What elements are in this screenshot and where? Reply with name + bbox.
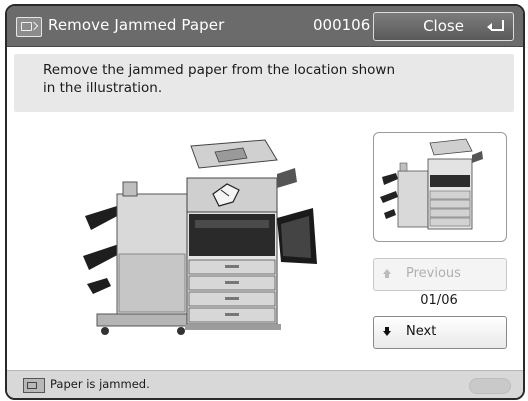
instruction-panel: Remove the jammed paper from the locatio… [14,54,514,112]
previous-button[interactable]: Previous [373,258,507,291]
enter-return-icon [487,20,504,31]
error-code: 000106 [313,16,371,34]
status-text: Paper is jammed. [50,377,150,391]
jam-dialog: Remove Jammed Paper 000106 Close Remove … [5,4,525,400]
arrow-up-icon [383,269,391,278]
dialog-title: Remove Jammed Paper [48,16,225,34]
thumbnail-printer-image [380,138,483,230]
status-monitor-button[interactable] [469,378,511,394]
status-bar: Paper is jammed. [7,370,523,398]
title-bar: Remove Jammed Paper 000106 Close [7,6,523,47]
printer-jam-icon [23,378,45,393]
previous-button-label: Previous [406,266,461,281]
next-button[interactable]: Next [373,316,507,349]
close-button[interactable]: Close [373,12,514,41]
printer-illustration [83,139,317,335]
arrow-down-icon [383,327,391,336]
location-thumbnail [373,132,507,242]
jam-screen-icon [16,17,42,37]
next-button-label: Next [406,324,437,339]
instruction-text: Remove the jammed paper from the locatio… [43,62,396,96]
page-indicator: 01/06 [420,293,458,308]
